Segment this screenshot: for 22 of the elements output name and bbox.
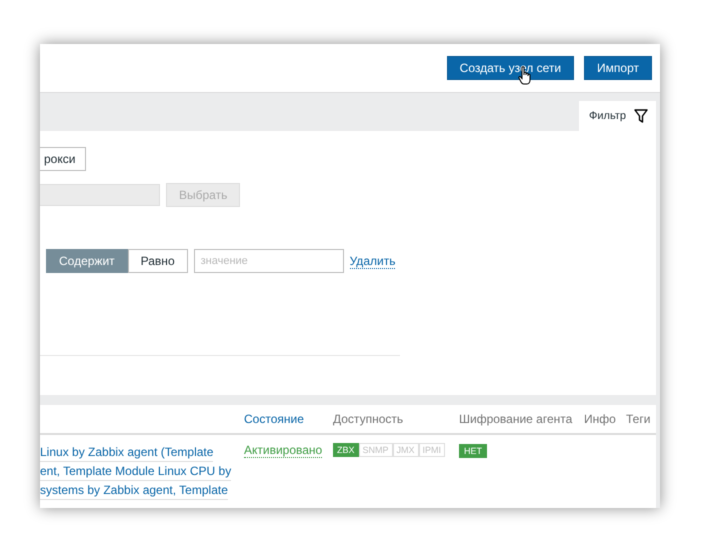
filter-tab[interactable]: Фильтр (579, 101, 656, 131)
column-header: Шифрование агента (459, 412, 574, 426)
templates-text: Linux by Zabbix agent (Template (40, 443, 214, 462)
filter-icon (634, 109, 648, 123)
import-button[interactable]: Импорт (584, 56, 652, 80)
availability-badge: IPMI (418, 443, 446, 457)
availability-badge: SNMP (358, 443, 393, 457)
availability-badge: JMX (392, 443, 419, 457)
templates-text: systems by Zabbix agent, Template (40, 481, 228, 500)
operator-option[interactable]: Содержит (46, 249, 128, 273)
availability-badge: ZBX (333, 443, 359, 457)
proxy-button[interactable]: рокси (40, 147, 86, 171)
remove-link[interactable]: Удалить (350, 254, 396, 268)
operator-option[interactable]: Равно (128, 249, 188, 273)
tag-value-field[interactable]: значение (194, 249, 344, 273)
status-link[interactable]: Активировано (244, 443, 322, 458)
column-header[interactable]: Состояние (238, 412, 333, 426)
encryption-badge: НЕТ (459, 444, 487, 458)
column-header: Инфо (584, 412, 617, 426)
column-header: Теги (626, 412, 652, 426)
templates-text: ent, Template Module Linux CPU by (40, 462, 232, 481)
column-header: Доступность (333, 412, 404, 426)
